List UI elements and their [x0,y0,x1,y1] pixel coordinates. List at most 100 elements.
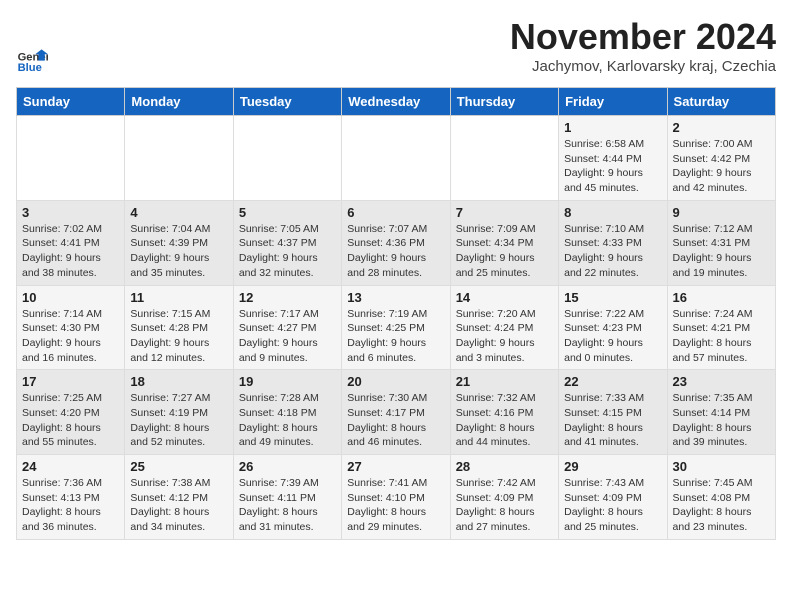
header-cell-thursday: Thursday [450,88,558,116]
day-number: 10 [22,290,119,305]
svg-text:Blue: Blue [18,62,42,74]
day-cell: 30 Sunrise: 7:45 AM Sunset: 4:08 PM Dayli… [667,455,775,540]
day-info: Sunrise: 7:45 AM Sunset: 4:08 PM Dayligh… [673,476,770,535]
day-info: Sunrise: 7:19 AM Sunset: 4:25 PM Dayligh… [347,307,444,366]
day-info: Sunrise: 7:17 AM Sunset: 4:27 PM Dayligh… [239,307,336,366]
day-number: 11 [130,290,227,305]
day-number: 24 [22,459,119,474]
day-cell: 1 Sunrise: 6:58 AM Sunset: 4:44 PM Daylig… [559,116,667,201]
day-cell: 5Sunrise: 7:05 AM Sunset: 4:37 PM Daylig… [233,200,341,285]
day-cell [233,116,341,201]
calendar-header: SundayMondayTuesdayWednesdayThursdayFrid… [17,88,776,116]
day-number: 23 [673,374,770,389]
title-section: November 2024 Jachymov, Karlovarsky kraj… [510,16,776,75]
day-number: 2 [673,120,770,135]
day-info: Sunrise: 7:00 AM Sunset: 4:42 PM Dayligh… [673,137,770,196]
day-number: 25 [130,459,227,474]
day-info: Sunrise: 7:25 AM Sunset: 4:20 PM Dayligh… [22,391,119,450]
day-cell: 11 Sunrise: 7:15 AM Sunset: 4:28 PM Dayli… [125,285,233,370]
day-cell: 28 Sunrise: 7:42 AM Sunset: 4:09 PM Dayli… [450,455,558,540]
day-cell: 26 Sunrise: 7:39 AM Sunset: 4:11 PM Dayli… [233,455,341,540]
day-info: Sunrise: 7:42 AM Sunset: 4:09 PM Dayligh… [456,476,553,535]
day-number: 3 [22,205,119,220]
day-cell: 6Sunrise: 7:07 AM Sunset: 4:36 PM Daylig… [342,200,450,285]
day-number: 16 [673,290,770,305]
day-info: Sunrise: 7:22 AM Sunset: 4:23 PM Dayligh… [564,307,661,366]
day-cell [450,116,558,201]
day-cell: 21 Sunrise: 7:32 AM Sunset: 4:16 PM Dayli… [450,370,558,455]
day-info: Sunrise: 7:15 AM Sunset: 4:28 PM Dayligh… [130,307,227,366]
location: Jachymov, Karlovarsky kraj, Czechia [510,58,776,75]
day-cell: 12 Sunrise: 7:17 AM Sunset: 4:27 PM Dayli… [233,285,341,370]
day-info: Sunrise: 7:07 AM Sunset: 4:36 PM Dayligh… [347,222,444,281]
week-row-3: 10 Sunrise: 7:14 AM Sunset: 4:30 PM Dayli… [17,285,776,370]
day-number: 26 [239,459,336,474]
day-info: Sunrise: 6:58 AM Sunset: 4:44 PM Dayligh… [564,137,661,196]
day-info: Sunrise: 7:02 AM Sunset: 4:41 PM Dayligh… [22,222,119,281]
header-cell-wednesday: Wednesday [342,88,450,116]
day-info: Sunrise: 7:04 AM Sunset: 4:39 PM Dayligh… [130,222,227,281]
week-row-5: 24 Sunrise: 7:36 AM Sunset: 4:13 PM Dayli… [17,455,776,540]
day-cell: 22Sunrise: 7:33 AM Sunset: 4:15 PM Dayli… [559,370,667,455]
day-cell: 10 Sunrise: 7:14 AM Sunset: 4:30 PM Dayli… [17,285,125,370]
day-cell: 23 Sunrise: 7:35 AM Sunset: 4:14 PM Dayli… [667,370,775,455]
day-info: Sunrise: 7:12 AM Sunset: 4:31 PM Dayligh… [673,222,770,281]
day-info: Sunrise: 7:24 AM Sunset: 4:21 PM Dayligh… [673,307,770,366]
week-row-2: 3 Sunrise: 7:02 AM Sunset: 4:41 PM Daylig… [17,200,776,285]
day-cell: 19 Sunrise: 7:28 AM Sunset: 4:18 PM Dayli… [233,370,341,455]
day-cell: 9 Sunrise: 7:12 AM Sunset: 4:31 PM Daylig… [667,200,775,285]
day-number: 12 [239,290,336,305]
day-info: Sunrise: 7:05 AM Sunset: 4:37 PM Dayligh… [239,222,336,281]
day-info: Sunrise: 7:41 AM Sunset: 4:10 PM Dayligh… [347,476,444,535]
day-number: 13 [347,290,444,305]
day-number: 19 [239,374,336,389]
day-number: 28 [456,459,553,474]
day-cell: 15 Sunrise: 7:22 AM Sunset: 4:23 PM Dayli… [559,285,667,370]
day-info: Sunrise: 7:30 AM Sunset: 4:17 PM Dayligh… [347,391,444,450]
day-cell: 3 Sunrise: 7:02 AM Sunset: 4:41 PM Daylig… [17,200,125,285]
day-cell: 18 Sunrise: 7:27 AM Sunset: 4:19 PM Dayli… [125,370,233,455]
day-cell: 13 Sunrise: 7:19 AM Sunset: 4:25 PM Dayli… [342,285,450,370]
day-cell: 29Sunrise: 7:43 AM Sunset: 4:09 PM Dayli… [559,455,667,540]
header-cell-friday: Friday [559,88,667,116]
day-info: Sunrise: 7:14 AM Sunset: 4:30 PM Dayligh… [22,307,119,366]
day-cell: 4 Sunrise: 7:04 AM Sunset: 4:39 PM Daylig… [125,200,233,285]
day-cell: 14 Sunrise: 7:20 AM Sunset: 4:24 PM Dayli… [450,285,558,370]
day-info: Sunrise: 7:28 AM Sunset: 4:18 PM Dayligh… [239,391,336,450]
day-info: Sunrise: 7:32 AM Sunset: 4:16 PM Dayligh… [456,391,553,450]
day-cell [17,116,125,201]
day-number: 27 [347,459,444,474]
header-cell-saturday: Saturday [667,88,775,116]
day-info: Sunrise: 7:20 AM Sunset: 4:24 PM Dayligh… [456,307,553,366]
day-number: 14 [456,290,553,305]
day-info: Sunrise: 7:39 AM Sunset: 4:11 PM Dayligh… [239,476,336,535]
day-number: 30 [673,459,770,474]
calendar-body: 1 Sunrise: 6:58 AM Sunset: 4:44 PM Daylig… [17,116,776,540]
week-row-1: 1 Sunrise: 6:58 AM Sunset: 4:44 PM Daylig… [17,116,776,201]
day-number: 18 [130,374,227,389]
day-cell: 20 Sunrise: 7:30 AM Sunset: 4:17 PM Dayli… [342,370,450,455]
day-number: 15 [564,290,661,305]
day-cell: 8Sunrise: 7:10 AM Sunset: 4:33 PM Daylig… [559,200,667,285]
day-number: 9 [673,205,770,220]
day-cell: 27 Sunrise: 7:41 AM Sunset: 4:10 PM Dayli… [342,455,450,540]
day-info: Sunrise: 7:36 AM Sunset: 4:13 PM Dayligh… [22,476,119,535]
day-info: Sunrise: 7:43 AM Sunset: 4:09 PM Dayligh… [564,476,661,535]
day-number: 17 [22,374,119,389]
day-number: 7 [456,205,553,220]
logo-icon: General Blue [16,43,48,75]
day-cell: 16 Sunrise: 7:24 AM Sunset: 4:21 PM Dayli… [667,285,775,370]
header-cell-tuesday: Tuesday [233,88,341,116]
day-number: 8 [564,205,661,220]
day-info: Sunrise: 7:27 AM Sunset: 4:19 PM Dayligh… [130,391,227,450]
day-number: 1 [564,120,661,135]
day-cell [125,116,233,201]
day-number: 21 [456,374,553,389]
day-cell: 25 Sunrise: 7:38 AM Sunset: 4:12 PM Dayli… [125,455,233,540]
day-info: Sunrise: 7:35 AM Sunset: 4:14 PM Dayligh… [673,391,770,450]
day-number: 4 [130,205,227,220]
week-row-4: 17 Sunrise: 7:25 AM Sunset: 4:20 PM Dayli… [17,370,776,455]
day-info: Sunrise: 7:38 AM Sunset: 4:12 PM Dayligh… [130,476,227,535]
page-header: General Blue November 2024 Jachymov, Kar… [16,16,776,79]
day-number: 20 [347,374,444,389]
